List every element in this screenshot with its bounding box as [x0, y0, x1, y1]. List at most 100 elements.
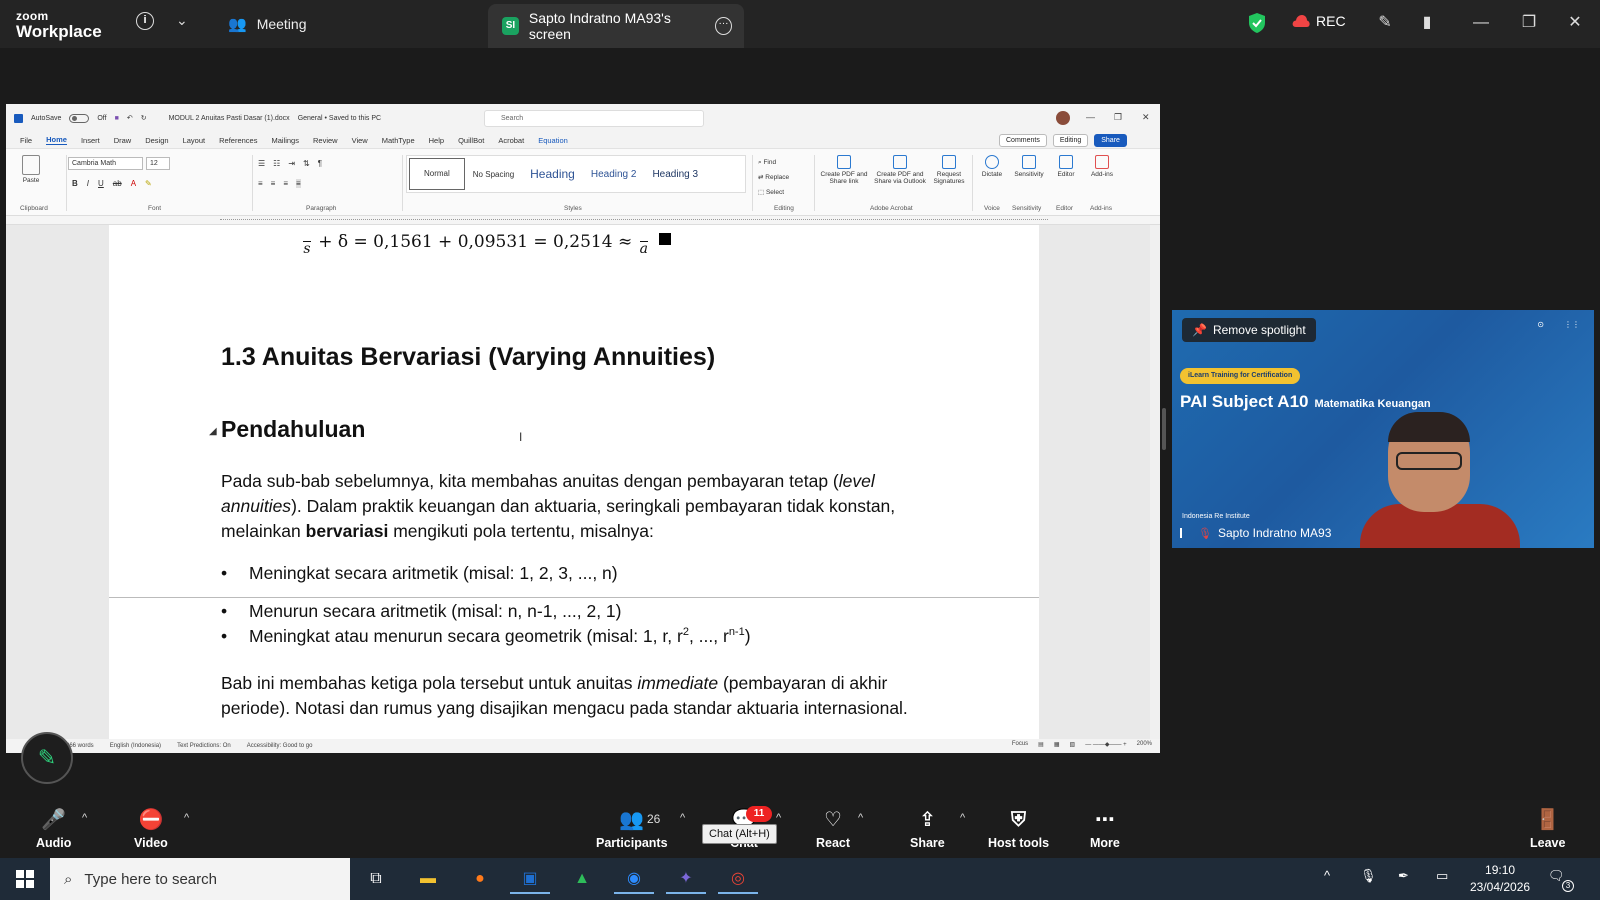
paragraph-intro[interactable]: Pada sub-bab sebelumnya, kita membahas a… [221, 469, 941, 544]
create-pdf-outlook-button[interactable]: Create PDF and Share via Outlook [872, 155, 928, 186]
request-signatures-button[interactable]: Request Signatures [930, 155, 968, 186]
meeting-tab[interactable]: 👥 Meeting [228, 0, 307, 48]
highlight-icon[interactable]: ✎ [145, 179, 152, 188]
remove-spotlight-button[interactable]: 📌 Remove spotlight [1182, 318, 1316, 342]
bullets-icon[interactable]: ☰ [258, 159, 265, 168]
react-options-caret[interactable]: ^ [858, 812, 863, 824]
recording-indicator[interactable]: REC [1292, 13, 1346, 29]
chrome-icon[interactable]: ◎ [718, 864, 758, 894]
pen-tray-icon[interactable]: ✒ [1398, 868, 1409, 884]
collapse-heading-icon[interactable]: ◢ [209, 426, 217, 437]
word-minimize-icon[interactable]: — [1086, 112, 1095, 122]
leave-button[interactable]: 🚪 Leave [1530, 808, 1565, 850]
vertical-scrollbar[interactable] [1150, 225, 1160, 739]
style-heading-3[interactable]: Heading 3 [644, 169, 706, 180]
tab-design[interactable]: Design [145, 136, 168, 145]
tray-chevron-icon[interactable]: ^ [1324, 868, 1330, 883]
saved-state[interactable]: General • Saved to this PC [298, 115, 381, 122]
audio-options-caret[interactable]: ^ [82, 812, 87, 824]
tab-equation[interactable]: Equation [538, 136, 568, 145]
redo-icon[interactable]: ↻ [141, 114, 147, 122]
chat-options-caret[interactable]: ^ [776, 812, 781, 824]
panel-resize-handle[interactable] [1162, 408, 1166, 450]
firefox-icon[interactable]: ● [460, 864, 500, 894]
google-drive-icon[interactable]: ▲ [562, 864, 602, 894]
style-no-spacing[interactable]: No Spacing [465, 170, 522, 179]
outlook-icon[interactable]: ▣ [510, 864, 550, 894]
document-page[interactable]: s + δ = 0,1561 + 0,09531 = 0,2514 ≈ a 1.… [109, 225, 1039, 739]
more-button[interactable]: ⋯ More [1090, 808, 1120, 850]
list-item[interactable]: Menurun secara aritmetik (misal: n, n-1,… [221, 601, 621, 622]
align-center-icon[interactable]: ≡ [271, 179, 276, 188]
tab-mailings[interactable]: Mailings [271, 136, 299, 145]
style-heading[interactable]: Heading [522, 167, 583, 181]
paragraph-scope[interactable]: Bab ini membahas ketiga pola tersebut un… [221, 671, 941, 721]
subsection-heading[interactable]: Pendahuluan [221, 416, 365, 443]
font-name-select[interactable]: Cambria Math [68, 157, 143, 170]
add-ins-button[interactable]: Add-ins [1088, 155, 1116, 178]
tab-mathtype[interactable]: MathType [382, 136, 415, 145]
comments-button[interactable]: Comments [999, 134, 1047, 147]
align-right-icon[interactable]: ≡ [283, 179, 288, 188]
tab-home[interactable]: Home [46, 135, 67, 145]
web-layout-icon[interactable]: ▧ [1070, 741, 1076, 748]
zoom-slider[interactable]: — ——◆—— + [1085, 741, 1126, 748]
microphone-icon[interactable]: 🎙 [1360, 868, 1377, 884]
print-layout-icon[interactable]: ▦ [1054, 741, 1060, 748]
info-icon[interactable]: i [136, 12, 154, 30]
document-area[interactable]: s + δ = 0,1561 + 0,09531 = 0,2514 ≈ a 1.… [6, 225, 1160, 739]
taskbar-search-input[interactable]: ⌕ Type here to search [50, 858, 350, 900]
participants-options-caret[interactable]: ^ [680, 812, 685, 824]
tab-acrobat[interactable]: Acrobat [498, 136, 524, 145]
chevron-down-icon[interactable]: ⌄ [176, 12, 188, 29]
equation-line[interactable]: s + δ = 0,1561 + 0,09531 = 0,2514 ≈ a [301, 229, 672, 256]
tab-references[interactable]: References [219, 136, 257, 145]
list-item[interactable]: Meningkat atau menurun secara geometrik … [221, 626, 751, 647]
avatar[interactable] [1056, 111, 1070, 125]
share-button[interactable]: Share [1094, 134, 1127, 147]
shield-icon[interactable] [1248, 12, 1266, 34]
task-view-icon[interactable]: ⧉ [356, 864, 396, 894]
restore-icon[interactable]: ❐ [1518, 12, 1540, 34]
word-close-icon[interactable]: ✕ [1142, 112, 1150, 123]
underline-button[interactable]: U [98, 179, 104, 188]
align-left-icon[interactable]: ≡ [258, 179, 263, 188]
style-normal[interactable]: Normal [409, 158, 465, 190]
indent-icon[interactable]: ⇥ [288, 159, 295, 168]
word-search-input[interactable]: Search [484, 110, 704, 127]
replace-button[interactable]: ⇄ Replace [758, 170, 789, 185]
word-restore-icon[interactable]: ❐ [1114, 112, 1122, 123]
autosave-toggle[interactable] [69, 113, 90, 123]
windows-start-icon[interactable] [16, 870, 34, 888]
display-icon[interactable]: ▭ [1436, 868, 1448, 884]
minimize-icon[interactable]: — [1470, 12, 1492, 34]
tab-file[interactable]: File [20, 136, 32, 145]
remote-control-icon[interactable]: ▮ [1416, 12, 1438, 34]
font-color-icon[interactable]: A [131, 179, 136, 188]
video-button[interactable]: ⛔ Video [134, 808, 168, 850]
share-screen-button[interactable]: ⇪ Share [910, 808, 945, 850]
file-explorer-icon[interactable]: ▬ [408, 864, 448, 894]
tab-layout[interactable]: Layout [183, 136, 206, 145]
sensitivity-button[interactable]: Sensitivity [1012, 155, 1046, 178]
numbering-icon[interactable]: ☷ [273, 159, 280, 168]
font-size-select[interactable]: 12 [146, 157, 170, 170]
bold-button[interactable]: B [72, 179, 78, 188]
justify-icon[interactable]: ≡ [296, 179, 301, 188]
close-icon[interactable]: ✕ [1564, 12, 1586, 34]
create-pdf-share-link-button[interactable]: Create PDF and Share link [820, 155, 868, 186]
strikethrough-button[interactable]: ab [113, 179, 122, 188]
italic-button[interactable]: I [87, 179, 89, 188]
annotate-pen-icon[interactable]: ✎ [1374, 12, 1396, 34]
undo-icon[interactable]: ↶ [127, 114, 133, 122]
share-options-caret[interactable]: ^ [960, 812, 965, 824]
style-heading-2[interactable]: Heading 2 [583, 169, 645, 180]
sort-icon[interactable]: ⇅ [303, 159, 310, 168]
annotate-pen-button[interactable]: ✎ [21, 732, 73, 784]
list-item[interactable]: Meningkat secara aritmetik (misal: 1, 2,… [221, 563, 618, 584]
tab-draw[interactable]: Draw [114, 136, 132, 145]
save-icon[interactable]: ■ [115, 115, 119, 122]
tab-insert[interactable]: Insert [81, 136, 100, 145]
host-tools-button[interactable]: ⛨ Host tools [988, 808, 1049, 850]
shared-screen-tab[interactable]: SI Sapto Indratno MA93's screen ··· [488, 4, 744, 48]
